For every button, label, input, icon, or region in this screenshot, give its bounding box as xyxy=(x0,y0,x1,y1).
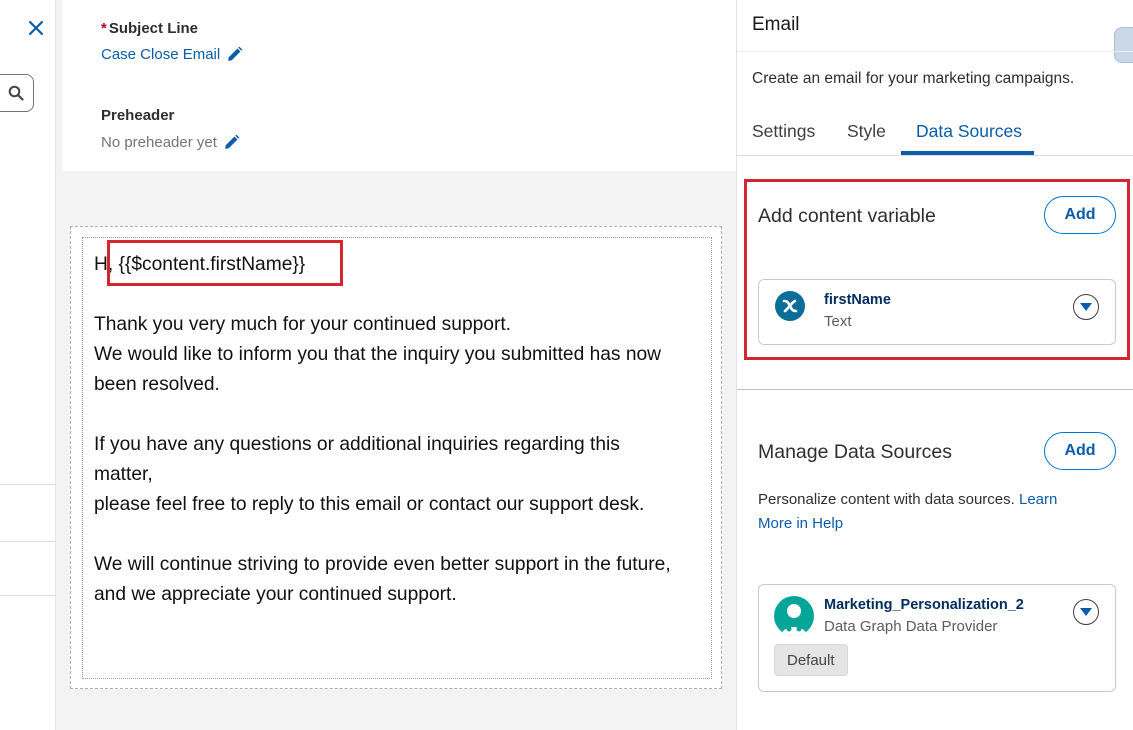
close-button[interactable] xyxy=(24,16,48,40)
tab-data-sources[interactable]: Data Sources xyxy=(916,108,1022,154)
content-variable-card: firstName Text xyxy=(758,279,1116,345)
greeting-prefix: H xyxy=(94,254,108,275)
body-line: We would like to inform you that the inq… xyxy=(94,344,662,365)
edit-subject-button[interactable] xyxy=(226,46,243,63)
add-content-variable-button[interactable]: Add xyxy=(1044,196,1116,234)
body-line: been resolved. xyxy=(94,374,220,395)
divider xyxy=(0,541,55,542)
text-block[interactable]: H, {{$content.firstName}} Thank you very… xyxy=(82,237,712,679)
body-line: We will continue striving to provide eve… xyxy=(94,554,671,575)
close-icon xyxy=(28,20,44,36)
panel-title: Email xyxy=(752,14,800,35)
chevron-down-icon xyxy=(1080,608,1092,616)
search-button[interactable] xyxy=(0,74,34,112)
body-line: If you have any questions or additional … xyxy=(94,434,620,455)
firstname-merge-field: , {{$content.firstName}} xyxy=(107,254,306,275)
variable-x-icon xyxy=(775,291,805,321)
email-body-text[interactable]: H, {{$content.firstName}} Thank you very… xyxy=(94,250,704,610)
variable-name: firstName xyxy=(824,292,891,308)
required-marker: * xyxy=(101,20,107,37)
chevron-down-icon xyxy=(1080,303,1092,311)
body-line: please feel free to reply to this email … xyxy=(94,494,645,515)
body-line: Thank you very much for your continued s… xyxy=(94,314,512,335)
content-variable-title: Add content variable xyxy=(758,205,936,227)
preheader-label: Preheader xyxy=(101,107,175,124)
default-badge: Default xyxy=(774,644,848,676)
properties-panel: Email Create an email for your marketing… xyxy=(736,0,1133,730)
data-source-name: Marketing_Personalization_2 xyxy=(824,597,1024,613)
data-sources-description: Personalize content with data sources. L… xyxy=(758,491,1058,532)
greeting-line: H, {{$content.firstName}} xyxy=(94,250,704,280)
data-source-menu-button[interactable] xyxy=(1073,599,1099,625)
panel-description: Create an email for your marketing campa… xyxy=(752,70,1075,87)
data-source-type: Data Graph Data Provider xyxy=(824,618,998,635)
preheader-value: No preheader yet xyxy=(101,134,240,151)
pencil-icon xyxy=(228,46,243,61)
collapse-panel-handle[interactable] xyxy=(1114,27,1133,63)
variable-menu-button[interactable] xyxy=(1073,294,1099,320)
active-tab-indicator xyxy=(901,151,1034,155)
add-data-source-button[interactable]: Add xyxy=(1044,432,1116,470)
panel-tabs: Settings Style Data Sources xyxy=(737,108,1133,156)
body-line: matter, xyxy=(94,464,153,485)
data-sources-title: Manage Data Sources xyxy=(758,441,953,463)
search-icon xyxy=(8,85,24,101)
email-editor: * Subject Line Case Close Email Preheader… xyxy=(56,0,736,730)
pencil-icon xyxy=(225,134,240,149)
subject-text: Case Close Email xyxy=(101,46,221,63)
variable-type: Text xyxy=(824,313,852,330)
divider xyxy=(737,389,1133,390)
tab-style[interactable]: Style xyxy=(847,108,886,154)
edit-preheader-button[interactable] xyxy=(223,134,240,151)
preheader-text: No preheader yet xyxy=(101,134,217,151)
data-provider-avatar-icon xyxy=(774,596,814,636)
email-canvas[interactable]: H, {{$content.firstName}} Thank you very… xyxy=(70,226,722,689)
data-source-card: Marketing_Personalization_2 Data Graph D… xyxy=(758,584,1116,692)
email-header-fields: * Subject Line Case Close Email Preheader… xyxy=(62,0,736,171)
body-line: and we appreciate your continued support… xyxy=(94,584,457,605)
subject-line-value: Case Close Email xyxy=(101,46,243,63)
left-panel xyxy=(0,0,56,730)
left-panel-list xyxy=(0,484,55,596)
tab-settings[interactable]: Settings xyxy=(752,108,815,154)
divider xyxy=(737,51,1133,52)
subject-line-label: * Subject Line xyxy=(101,20,199,37)
